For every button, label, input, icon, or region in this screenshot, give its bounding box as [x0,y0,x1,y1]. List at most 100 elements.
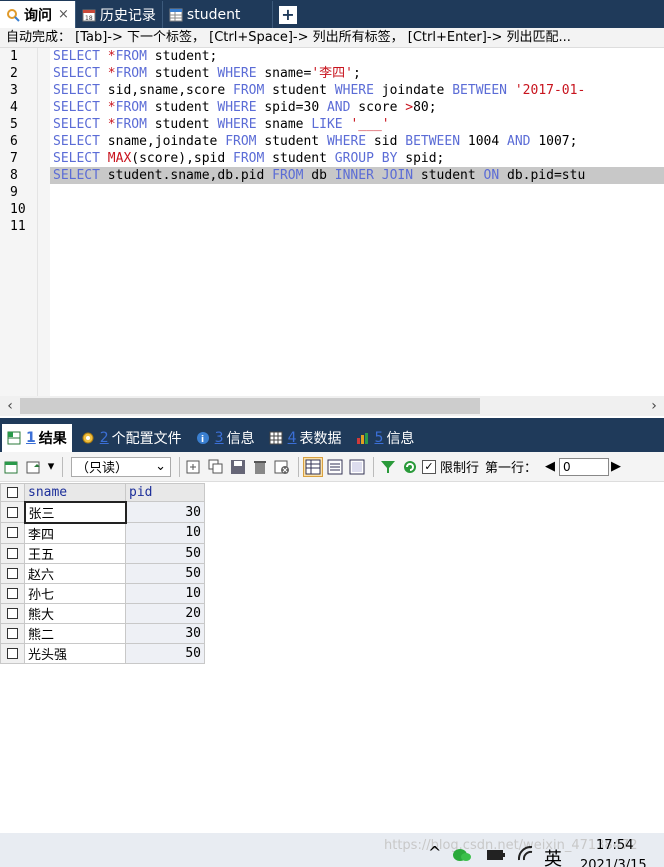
cell-pid[interactable]: 10 [125,522,205,544]
tab-query[interactable]: 询问 × [0,1,76,28]
tab-student[interactable]: student [163,1,273,28]
import-button[interactable] [24,457,44,477]
cell-pid[interactable]: 30 [125,501,205,523]
line-number: 4 [10,100,18,115]
tab-table-data[interactable]: 4 表数据 [264,424,347,452]
tab-history[interactable]: 18 历史记录 [76,1,163,28]
editor-horizontal-scrollbar[interactable]: ‹ › [0,396,664,416]
table-row[interactable]: 熊二 30 [0,622,205,644]
row-checkbox[interactable] [7,547,18,559]
select-all-checkbox[interactable] [7,487,18,498]
tab-result-label: 结果 [38,431,67,447]
tab-info-2[interactable]: 5 信息 [351,424,420,452]
cell-sname[interactable]: 赵六 [24,562,126,584]
delete-button[interactable] [250,457,270,477]
table-row[interactable]: 赵六 50 [0,562,205,584]
prev-page-icon[interactable]: ◀ [543,457,557,477]
tab-profile[interactable]: 2 个配置文件 [76,424,187,452]
row-select-cell[interactable] [0,501,25,523]
sql-editor[interactable]: 1 2 3 4 5 6 7 8 9 10 11 SELECT *FROM stu… [0,48,664,396]
row-checkbox[interactable] [7,587,18,599]
tab-result[interactable]: 1 结果 [2,424,72,452]
tab-info-number: 3 [214,430,224,446]
result-toolbar: ▾ （只读） ⌄ ✓ 限制行 第一行： ◀ 0 ▶ [0,452,664,482]
wechat-icon[interactable] [452,848,472,862]
tab-info-2-label: 信息 [386,431,415,447]
text-view-button[interactable] [347,457,367,477]
line-number: 5 [10,117,18,132]
cell-pid[interactable]: 30 [125,622,205,644]
cell-sname[interactable]: 李四 [24,522,126,544]
select-all-cell[interactable] [0,483,25,502]
cell-sname[interactable]: 王五 [24,542,126,564]
line-number: 10 [10,202,26,217]
ime-indicator[interactable]: 英 [544,845,562,867]
table-row[interactable]: 李四 10 [0,522,205,544]
cell-sname[interactable]: 孙七 [24,582,126,604]
trash-icon [254,460,266,474]
cancel-edit-button[interactable] [272,457,292,477]
row-checkbox[interactable] [6,506,18,518]
row-select-cell[interactable] [0,622,25,644]
cell-pid[interactable]: 50 [125,542,205,564]
export-grid-icon [4,461,18,473]
refresh-button[interactable] [400,457,420,477]
read-mode-select[interactable]: （只读） ⌄ [71,456,171,477]
duplicate-icon [208,459,223,473]
save-button[interactable] [228,457,248,477]
table-row[interactable]: 孙七 10 [0,582,205,604]
cell-sname[interactable]: 张三 [23,500,127,524]
scroll-left-icon[interactable]: ‹ [0,396,20,416]
save-icon [231,459,245,474]
row-select-cell[interactable] [0,602,25,624]
scrollbar-thumb[interactable] [20,398,480,414]
table-row[interactable]: 张三 30 [0,500,205,524]
cell-pid[interactable]: 50 [125,562,205,584]
row-checkbox[interactable] [7,567,18,579]
cell-pid[interactable]: 20 [125,602,205,624]
battery-icon[interactable] [486,848,506,862]
filter-button[interactable] [378,457,398,477]
column-header-pid[interactable]: pid [125,483,205,502]
row-checkbox[interactable] [7,647,18,659]
line-number: 11 [10,219,26,234]
row-select-cell[interactable] [0,522,25,544]
first-row-input[interactable]: 0 [559,457,610,476]
clock-date[interactable]: 2021/3/15 [580,858,647,867]
row-checkbox[interactable] [7,627,18,639]
column-header-sname[interactable]: sname [24,483,126,502]
wifi-icon[interactable] [518,846,536,862]
table-row[interactable]: 王五 50 [0,542,205,564]
row-select-cell[interactable] [0,582,25,604]
import-dropdown-icon[interactable]: ▾ [46,457,56,477]
scroll-right-icon[interactable]: › [644,396,664,416]
export-button[interactable] [2,457,22,477]
row-select-cell[interactable] [0,642,25,664]
row-checkbox[interactable] [7,607,18,619]
new-tab-button[interactable]: + [278,6,297,24]
clock-time[interactable]: 17:54 [596,838,633,853]
add-row-button[interactable] [184,457,204,477]
table-row[interactable]: 光头强 50 [0,642,205,664]
chevron-down-icon: ⌄ [155,459,166,474]
toolbar-divider [179,456,180,477]
tray-expand-icon[interactable]: ^ [428,843,441,862]
cell-sname[interactable]: 熊大 [24,602,126,624]
cell-sname[interactable]: 光头强 [24,642,126,664]
limit-rows-checkbox[interactable]: ✓ [422,459,436,474]
line-number: 8 [10,168,18,183]
row-select-cell[interactable] [0,562,25,584]
row-select-cell[interactable] [0,542,25,564]
table-row[interactable]: 熊大 20 [0,602,205,624]
filter-icon [381,460,395,473]
cell-pid[interactable]: 10 [125,582,205,604]
row-checkbox[interactable] [7,527,18,539]
close-icon[interactable]: × [58,7,69,22]
duplicate-row-button[interactable] [206,457,226,477]
grid-view-button[interactable] [303,456,323,477]
next-page-icon[interactable]: ▶ [609,457,623,477]
cell-pid[interactable]: 50 [125,642,205,664]
form-view-button[interactable] [325,457,345,477]
cell-sname[interactable]: 熊二 [24,622,126,644]
tab-info[interactable]: i 3 信息 [191,424,260,452]
